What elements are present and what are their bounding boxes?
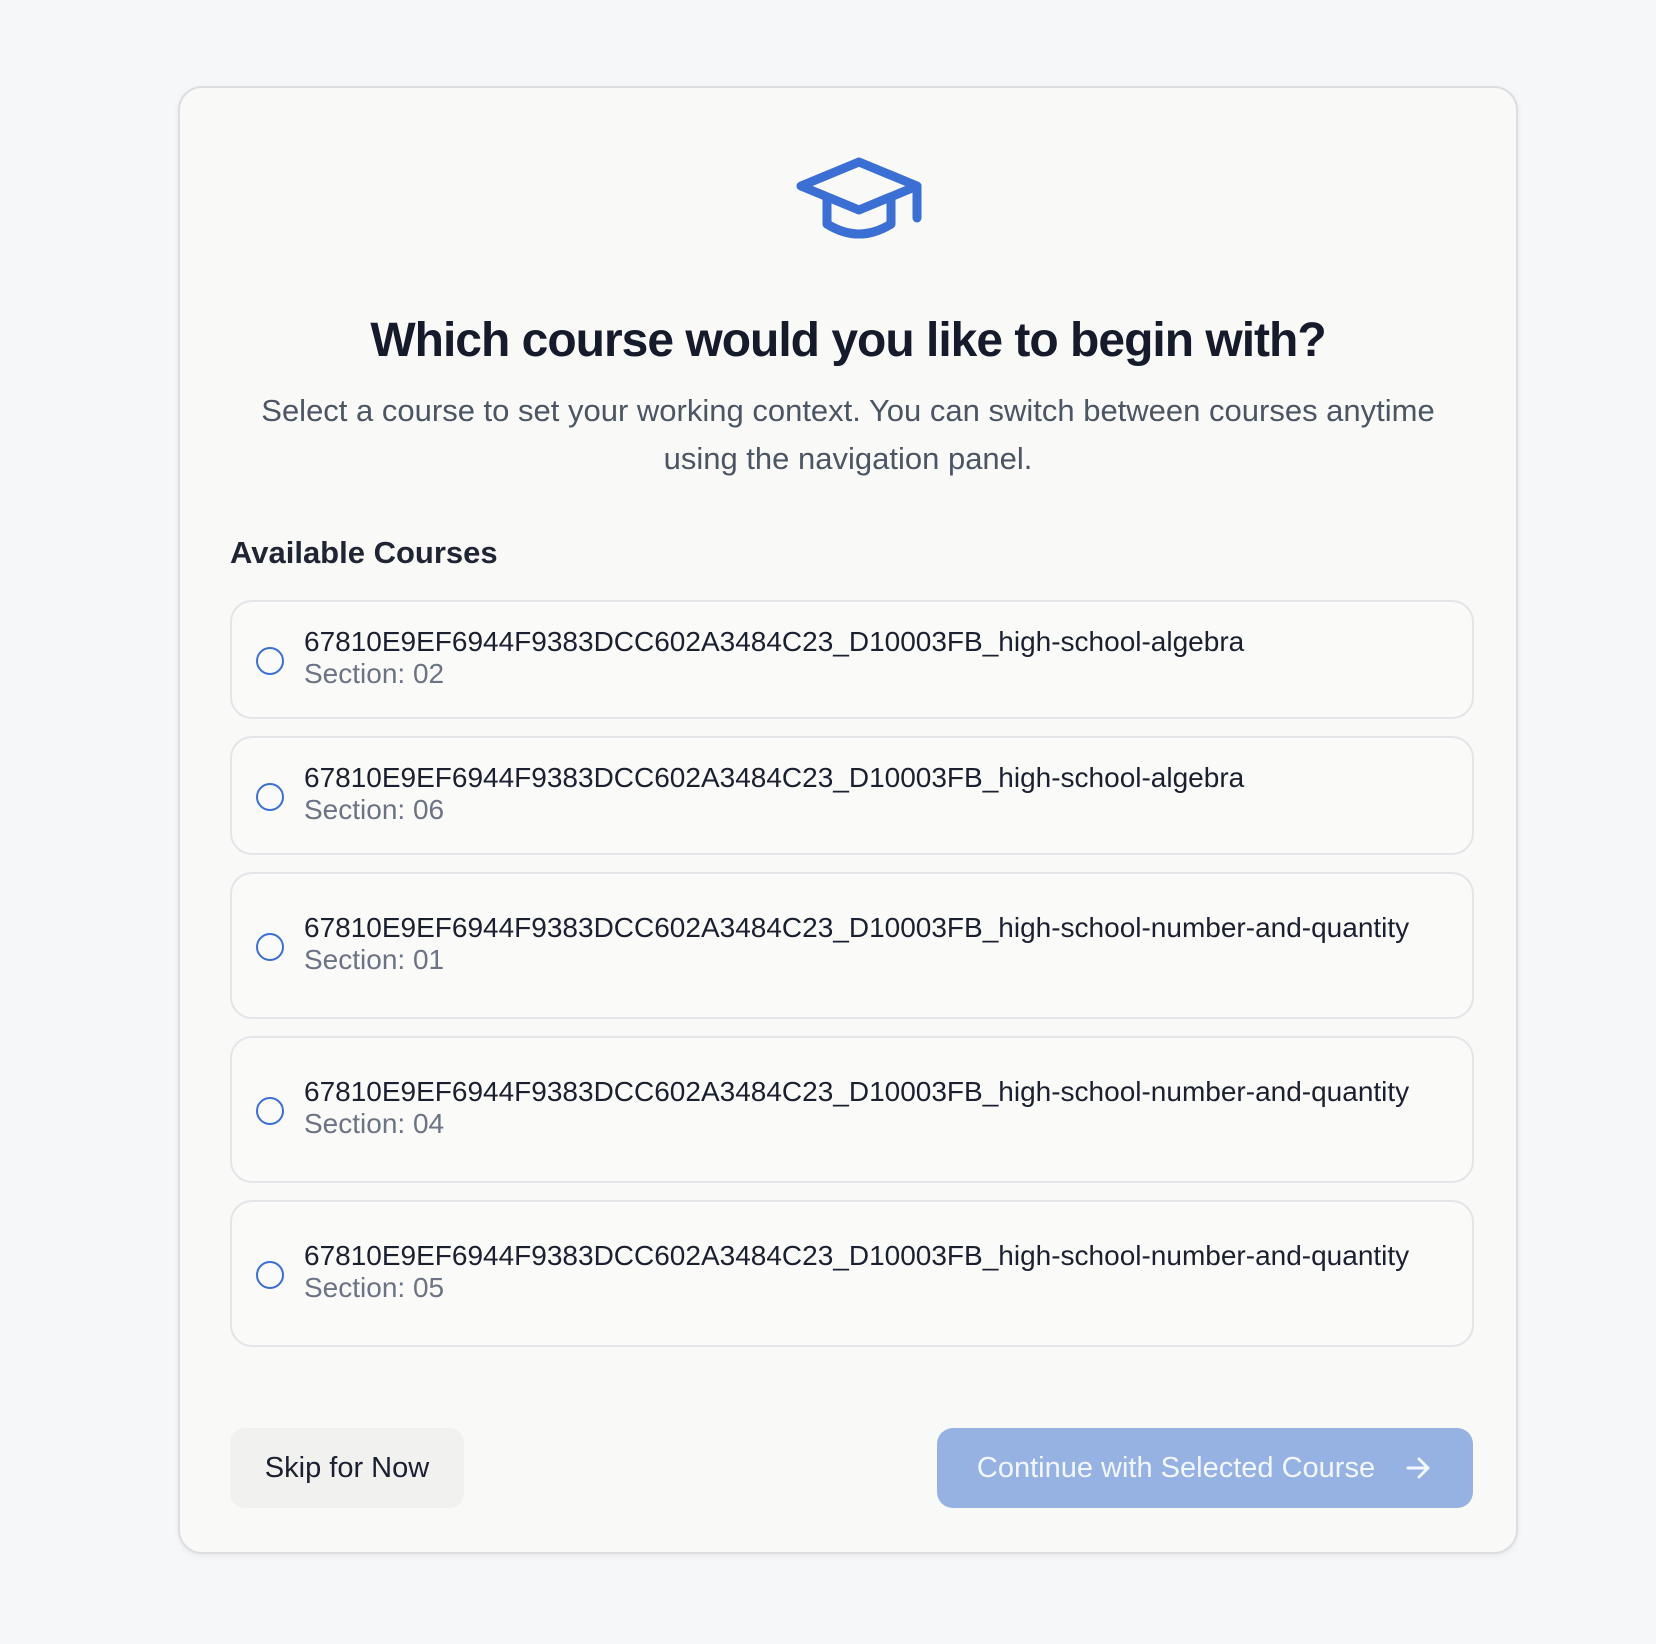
skip-button[interactable]: Skip for Now [230,1428,464,1508]
course-text: 67810E9EF6944F9383DCC602A3484C23_D10003F… [304,1241,1409,1306]
course-option[interactable]: 67810E9EF6944F9383DCC602A3484C23_D10003F… [230,872,1474,1019]
course-section: Section: 06 [304,794,445,825]
continue-button-label: Continue with Selected Course [976,1451,1376,1484]
radio-button[interactable] [256,1260,284,1289]
course-section: Section: 02 [304,658,445,689]
course-text: 67810E9EF6944F9383DCC602A3484C23_D10003F… [304,763,1244,828]
course-option[interactable]: 67810E9EF6944F9383DCC602A3484C23_D10003F… [230,600,1474,719]
course-list: 67810E9EF6944F9383DCC602A3484C23_D10003F… [230,600,1474,1364]
course-name: 67810E9EF6944F9383DCC602A3484C23_D10003F… [304,762,1245,793]
course-option[interactable]: 67810E9EF6944F9383DCC602A3484C23_D10003F… [230,1200,1474,1347]
course-section: Section: 01 [304,944,445,975]
radio-button[interactable] [256,932,284,961]
available-courses-heading: Available Courses [230,535,498,570]
course-option[interactable]: 67810E9EF6944F9383DCC602A3484C23_D10003F… [230,1036,1474,1183]
skip-button-label: Skip for Now [264,1451,430,1484]
radio-button[interactable] [256,782,284,811]
continue-button[interactable]: Continue with Selected Course [937,1428,1473,1508]
course-section: Section: 05 [304,1272,445,1303]
course-text: 67810E9EF6944F9383DCC602A3484C23_D10003F… [304,1077,1409,1142]
page-subtitle: Select a course to set your working cont… [261,393,1435,476]
course-name: 67810E9EF6944F9383DCC602A3484C23_D10003F… [304,1240,1410,1271]
radio-button[interactable] [256,646,284,675]
course-section: Section: 04 [304,1108,445,1139]
course-text: 67810E9EF6944F9383DCC602A3484C23_D10003F… [304,913,1409,978]
graduation-cap-icon [796,157,922,239]
course-text: 67810E9EF6944F9383DCC602A3484C23_D10003F… [304,627,1244,692]
course-name: 67810E9EF6944F9383DCC602A3484C23_D10003F… [304,1076,1410,1107]
page-title: Which course would you like to begin wit… [370,314,1326,367]
course-selection-card: Which course would you like to begin wit… [178,86,1518,1554]
course-name: 67810E9EF6944F9383DCC602A3484C23_D10003F… [304,912,1410,943]
course-option[interactable]: 67810E9EF6944F9383DCC602A3484C23_D10003F… [230,736,1474,855]
arrow-right-icon [1406,1457,1430,1479]
course-name: 67810E9EF6944F9383DCC602A3484C23_D10003F… [304,626,1245,657]
radio-button[interactable] [256,1096,284,1125]
